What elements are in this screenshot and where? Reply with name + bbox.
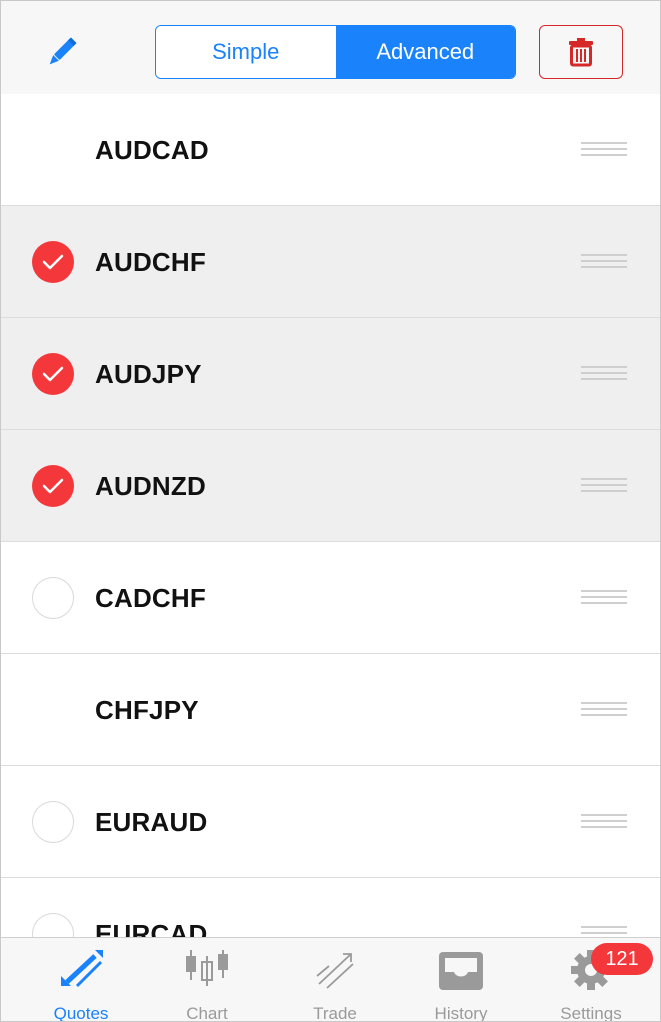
trade-icon: [316, 953, 354, 989]
segment-advanced[interactable]: Advanced: [335, 26, 515, 78]
drag-handle-icon[interactable]: [581, 926, 627, 937]
selection-circle-icon[interactable]: [32, 577, 74, 619]
trash-icon: [569, 38, 593, 67]
selection-checkmark-icon[interactable]: [32, 465, 74, 507]
tab-quotes[interactable]: Quotes: [21, 938, 141, 1022]
tab-label: Trade: [313, 1004, 357, 1022]
symbol-name: EURAUD: [95, 807, 208, 837]
symbol-name: CHFJPY: [95, 695, 199, 725]
delete-button[interactable]: [539, 25, 623, 79]
tab-label: Settings: [560, 1004, 622, 1022]
top-toolbar: Simple Advanced: [1, 1, 660, 95]
bottom-tab-bar: Quotes Chart Trade History Settings: [1, 937, 660, 1022]
symbol-name: EURCAD: [95, 919, 208, 937]
history-icon: [439, 952, 483, 990]
tab-history[interactable]: History: [401, 938, 521, 1022]
drag-handle-icon[interactable]: [581, 590, 627, 606]
tab-label: History: [434, 1004, 488, 1022]
symbol-name: AUDCHF: [95, 247, 206, 277]
drag-handle-icon[interactable]: [581, 254, 627, 270]
symbol-row[interactable]: EURAUD: [1, 766, 660, 878]
selection-checkmark-icon[interactable]: [32, 353, 74, 395]
quotes-icon: [61, 950, 103, 988]
drag-handle-icon[interactable]: [581, 478, 627, 494]
symbol-name: AUDJPY: [95, 359, 202, 389]
symbol-row[interactable]: AUDCAD: [1, 94, 660, 206]
symbol-name: CADCHF: [95, 583, 206, 613]
pencil-icon: [49, 37, 77, 65]
symbol-row[interactable]: CHFJPY: [1, 654, 660, 766]
symbol-row[interactable]: AUDJPY: [1, 318, 660, 430]
symbol-list: AUDCAD AUDCHF AUDJPY AUDNZD CADCHF CHFJP…: [1, 94, 660, 937]
tab-label: Chart: [186, 1004, 228, 1022]
symbol-name: AUDCAD: [95, 135, 209, 165]
symbol-row[interactable]: EURCAD: [1, 878, 660, 937]
chart-icon: [186, 950, 228, 986]
drag-handle-icon[interactable]: [581, 142, 627, 158]
symbol-row[interactable]: AUDNZD: [1, 430, 660, 542]
tab-chart[interactable]: Chart: [147, 938, 267, 1022]
drag-handle-icon[interactable]: [581, 702, 627, 718]
symbol-row[interactable]: CADCHF: [1, 542, 660, 654]
symbol-name: AUDNZD: [95, 471, 206, 501]
selection-checkmark-icon[interactable]: [32, 241, 74, 283]
tab-trade[interactable]: Trade: [275, 938, 395, 1022]
selection-circle-icon[interactable]: [32, 913, 74, 937]
tab-label: Quotes: [53, 1004, 109, 1022]
drag-handle-icon[interactable]: [581, 366, 627, 382]
selection-circle-icon[interactable]: [32, 801, 74, 843]
drag-handle-icon[interactable]: [581, 814, 627, 830]
symbol-row[interactable]: AUDCHF: [1, 206, 660, 318]
edit-button[interactable]: [41, 33, 81, 73]
app-frame: Simple Advanced AUDCAD AUDCHF AUDJPY AUD…: [0, 0, 661, 1022]
settings-notification-badge: 121: [591, 943, 653, 975]
segment-simple[interactable]: Simple: [156, 26, 336, 78]
view-mode-segmented-control: Simple Advanced: [155, 25, 516, 79]
